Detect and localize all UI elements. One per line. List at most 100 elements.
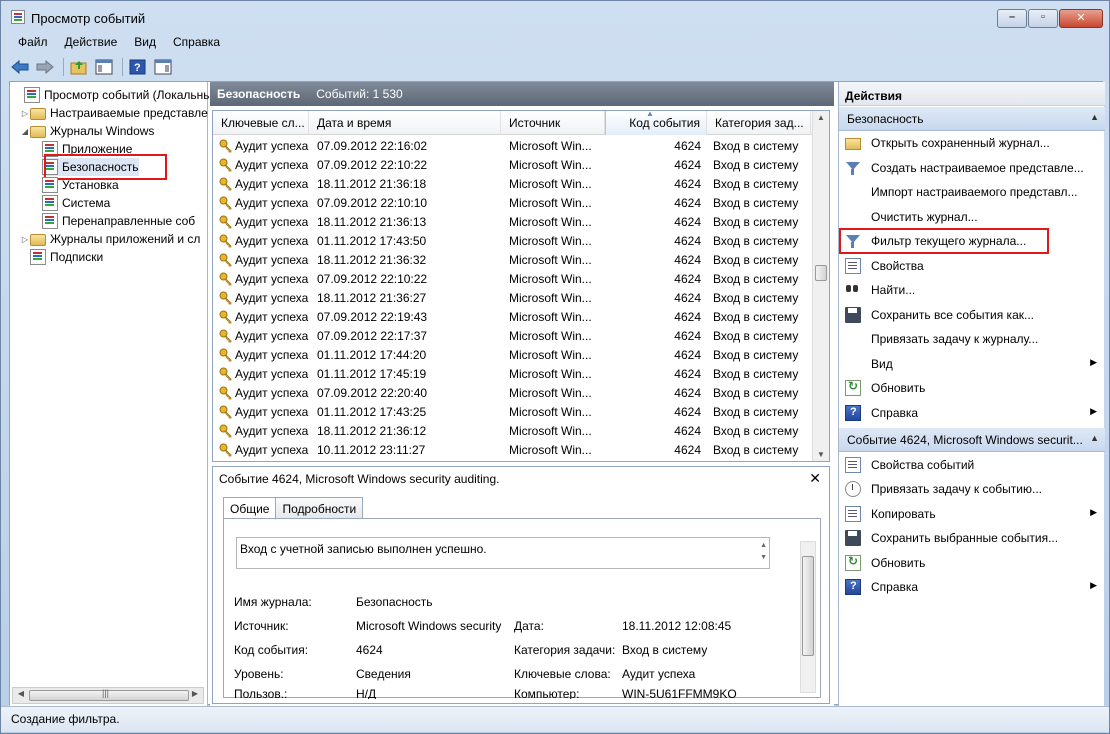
actions-section-security[interactable]: Безопасность ▲	[839, 107, 1105, 131]
cell-source: Microsoft Win...	[509, 139, 592, 153]
folder-up-button[interactable]	[68, 56, 90, 78]
minimize-button[interactable]: –	[997, 9, 1027, 28]
menu-file[interactable]: Файл	[9, 33, 56, 53]
action-items1-5[interactable]: Свойства	[839, 255, 1105, 277]
close-button[interactable]: ✕	[1059, 9, 1103, 28]
scroll-down-icon[interactable]: ▼	[813, 450, 829, 459]
action-items1-11[interactable]: Справка ▶	[839, 402, 1105, 424]
show-hide-actions-button[interactable]	[152, 56, 174, 78]
column-date-time[interactable]: Дата и время	[309, 111, 501, 135]
action-items2-5[interactable]: Справка ▶	[839, 576, 1105, 598]
action-items2-4[interactable]: Обновить	[839, 552, 1105, 574]
action-items1-7[interactable]: Сохранить все события как...	[839, 304, 1105, 326]
message-scroll-icons[interactable]: ▲ ▼	[760, 540, 767, 564]
tree-item-system[interactable]: Система	[42, 194, 110, 212]
refresh-icon	[845, 554, 861, 571]
column-event-id[interactable]: ▲ Код события	[605, 111, 707, 135]
action-items1-1[interactable]: Создать настраиваемое представле...	[839, 157, 1105, 179]
cell-source: Microsoft Win...	[509, 158, 592, 172]
table-row[interactable]: Аудит успеха 07.09.2012 22:10:10 Microsoft…	[213, 194, 813, 213]
tree-item-app-services-logs[interactable]: ▷ Журналы приложений и сл	[20, 230, 200, 248]
show-hide-tree-button[interactable]	[93, 56, 115, 78]
column-task-category[interactable]: Категория зад...	[707, 111, 811, 135]
menu-action[interactable]: Действие	[56, 33, 126, 53]
table-row[interactable]: Аудит успеха 18.11.2012 21:36:18 Microsoft…	[213, 175, 813, 194]
collapse-arrow-icon[interactable]: ◢	[20, 127, 30, 136]
table-row[interactable]: Аудит успеха 07.09.2012 22:20:40 Microsoft…	[213, 384, 813, 403]
scroll-right-icon[interactable]: ▶	[187, 689, 203, 698]
scroll-thumb[interactable]	[802, 556, 814, 656]
tab-general[interactable]: Общие	[223, 497, 277, 520]
table-row[interactable]: Аудит успеха 01.11.2012 17:44:20 Microsoft…	[213, 346, 813, 365]
back-button[interactable]	[9, 56, 31, 78]
actions-section-event[interactable]: Событие 4624, Microsoft Windows securit.…	[839, 428, 1105, 452]
action-items1-9[interactable]: Вид ▶	[839, 353, 1105, 375]
table-row[interactable]: Аудит успеха 07.09.2012 22:10:22 Microsoft…	[213, 156, 813, 175]
tree-item-subscriptions[interactable]: Подписки	[20, 248, 103, 266]
tree-item-event-viewer-root[interactable]: Просмотр событий (Локальны	[14, 86, 212, 104]
show-hide-actions-icon	[154, 59, 172, 75]
action-items1-2[interactable]: Импорт настраиваемого представл...	[839, 181, 1105, 203]
table-row[interactable]: Аудит успеха 18.11.2012 21:36:12 Microsoft…	[213, 422, 813, 441]
expand-arrow-icon[interactable]: ▷	[20, 235, 30, 244]
scroll-up-icon[interactable]: ▲	[813, 113, 829, 122]
table-row[interactable]: Аудит успеха 07.09.2012 22:17:37 Microsoft…	[213, 327, 813, 346]
tab-details[interactable]: Подробности	[275, 497, 364, 519]
table-vertical-scrollbar[interactable]: ▲ ▼	[812, 111, 829, 461]
cell-task-category: Вход в систему	[713, 291, 799, 305]
action-items1-3[interactable]: Очистить журнал...	[839, 206, 1105, 228]
submenu-arrow-icon: ▶	[1090, 580, 1097, 590]
column-keywords[interactable]: Ключевые сл...	[213, 111, 309, 135]
scroll-left-icon[interactable]: ◀	[13, 689, 29, 698]
date-label: Дата:	[514, 619, 544, 633]
collapse-icon[interactable]: ▲	[1090, 433, 1099, 443]
action-items2-3[interactable]: Сохранить выбранные события...	[839, 527, 1105, 549]
cell-event-id: 4624	[674, 215, 701, 229]
cell-keywords: Аудит успеха	[235, 272, 309, 286]
action-label: Обновить	[871, 555, 926, 570]
table-row[interactable]: Аудит успеха 07.09.2012 22:10:22 Microsoft…	[213, 270, 813, 289]
tree-item-custom-views[interactable]: ▷ Настраиваемые представле	[20, 104, 208, 122]
action-items1-8[interactable]: Привязать задачу к журналу...	[839, 328, 1105, 350]
tree-item-forwarded-events[interactable]: Перенаправленные соб	[42, 212, 195, 230]
scroll-thumb[interactable]	[29, 688, 189, 701]
tree-item-windows-logs[interactable]: ◢ Журналы Windows	[20, 122, 154, 140]
action-items2-0[interactable]: Свойства событий	[839, 454, 1105, 476]
table-row[interactable]: Аудит успеха 18.11.2012 21:36:32 Microsoft…	[213, 251, 813, 270]
action-label: Вид	[871, 356, 893, 371]
table-row[interactable]: Аудит успеха 07.09.2012 22:16:02 Microsoft…	[213, 137, 813, 156]
table-row[interactable]: Аудит успеха 18.11.2012 21:36:13 Microsoft…	[213, 213, 813, 232]
cell-task-category: Вход в систему	[713, 310, 799, 324]
action-items2-2[interactable]: Копировать ▶	[839, 503, 1105, 525]
forward-button[interactable]	[34, 56, 56, 78]
props-icon	[845, 457, 861, 473]
action-items1-0[interactable]: Открыть сохраненный журнал...	[839, 132, 1105, 154]
table-header: Ключевые сл... Дата и время Источник ▲ К…	[213, 111, 813, 135]
table-row[interactable]: Аудит успеха 01.11.2012 17:43:25 Microsoft…	[213, 403, 813, 422]
tree-horizontal-scrollbar[interactable]: ◀ ▶	[12, 687, 204, 704]
tree-item-setup[interactable]: Установка	[42, 176, 119, 194]
menu-help[interactable]: Справка	[164, 33, 228, 53]
column-source[interactable]: Источник	[501, 111, 605, 135]
expand-arrow-icon[interactable]: ▷	[20, 109, 30, 118]
close-detail-icon[interactable]: ✕	[809, 470, 821, 487]
action-items1-10[interactable]: Обновить	[839, 377, 1105, 399]
scroll-thumb[interactable]	[815, 265, 827, 281]
table-row[interactable]: Аудит успеха 01.11.2012 17:45:19 Microsoft…	[213, 365, 813, 384]
detail-vertical-scrollbar[interactable]	[800, 541, 816, 693]
maximize-button[interactable]: ▫	[1028, 9, 1058, 28]
menu-bar: Файл Действие Вид Справка	[9, 33, 228, 53]
menu-view[interactable]: Вид	[125, 33, 164, 53]
event-message-box[interactable]: Вход с учетной записью выполнен успешно.…	[236, 537, 770, 569]
action-items2-1[interactable]: Привязать задачу к событию...	[839, 478, 1105, 500]
collapse-icon[interactable]: ▲	[1090, 112, 1099, 122]
action-label: Справка	[871, 405, 919, 420]
help-button[interactable]: ?	[127, 56, 149, 78]
table-row[interactable]: Аудит успеха 01.11.2012 17:43:50 Microsoft…	[213, 232, 813, 251]
table-row[interactable]: Аудит успеха 07.09.2012 22:19:43 Microsoft…	[213, 308, 813, 327]
event-viewer-window: Просмотр событий – ▫ ✕ Файл Действие Вид…	[0, 0, 1110, 734]
table-row[interactable]: Аудит успеха 18.11.2012 21:36:27 Microsoft…	[213, 289, 813, 308]
cell-source: Microsoft Win...	[509, 348, 592, 362]
table-row[interactable]: Аудит успеха 10.11.2012 23:11:27 Microsoft…	[213, 441, 813, 460]
action-items1-6[interactable]: Найти...	[839, 279, 1105, 301]
